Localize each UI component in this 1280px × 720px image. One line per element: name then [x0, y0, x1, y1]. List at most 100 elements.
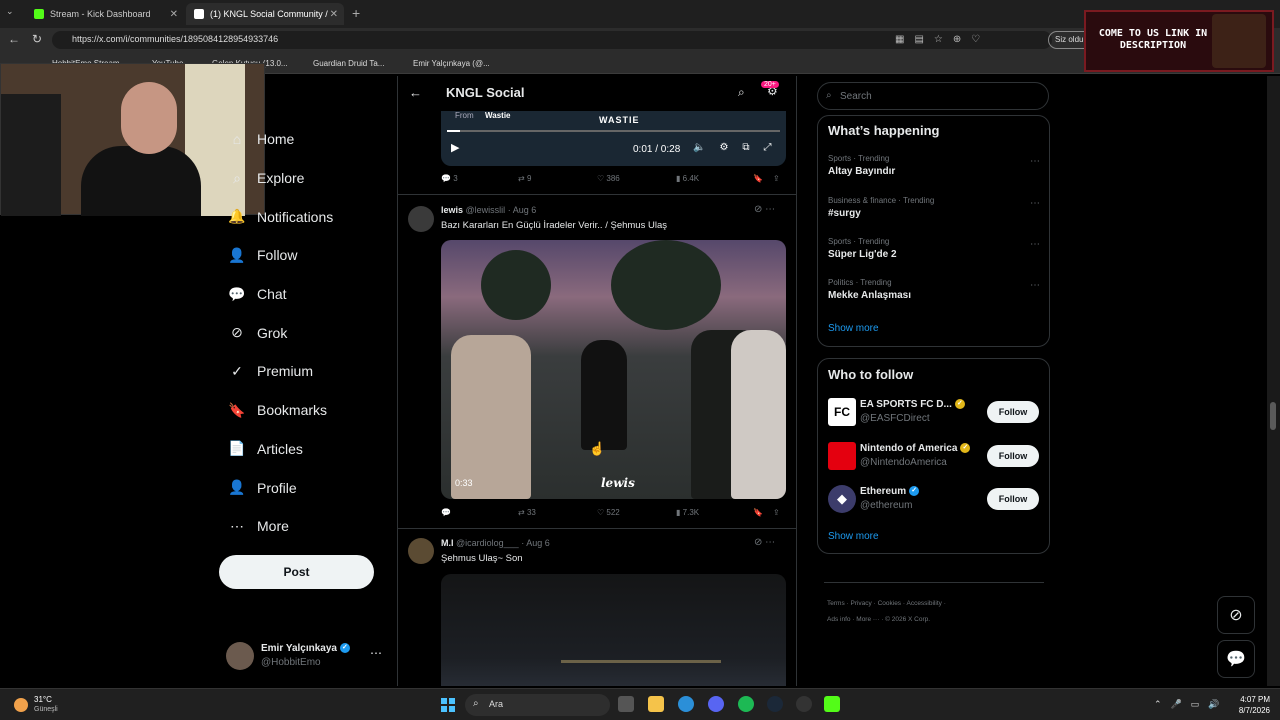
more-icon[interactable]: ⊘ ⋯ — [754, 537, 775, 548]
scrollbar[interactable] — [1267, 76, 1280, 686]
more-icon[interactable]: ⋯ — [370, 646, 382, 660]
trend-item[interactable]: Sports · Trending Altay Bayındır ⋯ — [828, 154, 1040, 177]
sidebar-item-explore[interactable]: ⌕ Explore — [218, 159, 388, 198]
repost-button[interactable]: ⇄ 9 — [518, 174, 531, 183]
author-handle[interactable]: @lewisslil — [466, 205, 506, 215]
back-arrow-icon[interactable]: ← — [8, 32, 20, 46]
close-tab-icon[interactable]: ✕ — [170, 9, 178, 20]
show-more-link[interactable]: Show more — [828, 323, 879, 334]
sidebar-item-bookmarks[interactable]: 🔖 Bookmarks — [218, 391, 388, 430]
discord-icon[interactable] — [708, 696, 724, 712]
sidebar-item-premium[interactable]: ✓ Premium — [218, 352, 388, 391]
follow-button[interactable]: Follow — [987, 488, 1039, 510]
system-tray-icons[interactable]: ⌃🎤▭🔊 — [1154, 699, 1228, 710]
tab-list-icon[interactable]: ⌄ — [6, 6, 20, 20]
close-tab-icon[interactable]: ✕ — [330, 9, 338, 20]
sidebar-item-home[interactable]: ⌂ Home — [218, 120, 388, 159]
share-icon[interactable]: ⇪ — [773, 508, 780, 517]
trend-item[interactable]: Business & finance · Trending #surgy ⋯ — [828, 196, 1040, 219]
follow-button[interactable]: Follow — [987, 401, 1039, 423]
follow-suggestion[interactable]: FC EA SPORTS FC D... ✓ @EASFCDirect Follo… — [828, 398, 1040, 428]
reply-button[interactable]: 💬 3 — [441, 174, 458, 183]
obs-icon[interactable] — [796, 696, 812, 712]
video-player[interactable] — [441, 574, 786, 686]
panel-title: What’s happening — [828, 123, 940, 138]
sidebar-item-follow[interactable]: 👤 Follow — [218, 236, 388, 275]
file-explorer-icon[interactable] — [648, 696, 664, 712]
taskbar-search[interactable]: ⌕ Ara — [465, 694, 610, 716]
account-switcher[interactable]: Emir Yalçınkaya ✓ @HobbitEmo ⋯ — [226, 640, 386, 672]
repost-button[interactable]: ⇄ 33 — [518, 508, 536, 517]
author-handle[interactable]: @icardiolog___ — [456, 538, 519, 548]
post-button[interactable]: Post — [219, 555, 374, 589]
scroll-thumb[interactable] — [1270, 402, 1276, 430]
tweet-date[interactable]: · Aug 6 — [508, 205, 537, 215]
browser-toolbar-icons[interactable]: ▦▤☆⊕♡ — [895, 34, 990, 45]
play-icon[interactable]: ▶ — [451, 141, 459, 154]
follow-button[interactable]: Follow — [987, 445, 1039, 467]
footer-link[interactable]: Terms — [827, 600, 845, 607]
like-button[interactable]: ♡ 522 — [597, 508, 620, 517]
search-icon[interactable]: ⌕ — [738, 85, 745, 100]
avatar[interactable] — [408, 206, 434, 232]
bookmark-item[interactable]: Guardian Druid Ta... — [313, 59, 384, 68]
clock[interactable]: 4:07 PM 8/7/2026 — [1228, 694, 1270, 716]
reply-button[interactable]: 💬 — [441, 508, 451, 517]
avatar[interactable] — [408, 538, 434, 564]
author-name[interactable]: M.I — [441, 538, 454, 548]
sidebar-item-grok[interactable]: ⊘ Grok — [218, 313, 388, 352]
video-player[interactable]: 0:33 lewis — [441, 240, 786, 499]
video-player[interactable]: From Wastie WASTIE ▶ 0:01 / 0:28 🔈⚙⧉⤢ — [441, 111, 786, 166]
chat-icon[interactable]: 💬 — [1217, 640, 1255, 678]
search-input[interactable]: ⌕ Search — [817, 82, 1049, 110]
sidebar-item-notifications[interactable]: 🔔 Notifications — [218, 197, 388, 236]
trend-item[interactable]: Politics · Trending Mekke Anlaşması ⋯ — [828, 278, 1040, 301]
weather-desc[interactable]: Güneşli — [34, 706, 58, 713]
steam-icon[interactable] — [767, 696, 783, 712]
kick-icon[interactable] — [824, 696, 840, 712]
sidebar-item-articles[interactable]: 📄 Articles — [218, 430, 388, 469]
back-arrow-icon[interactable]: ← — [409, 85, 422, 100]
trend-item[interactable]: Sports · Trending Süper Lig'de 2 ⋯ — [828, 237, 1040, 260]
sidebar-item-chat[interactable]: 💬 Chat — [218, 275, 388, 314]
views-button[interactable]: ▮ 6.4K — [676, 174, 699, 183]
footer-link[interactable]: Ads info — [827, 616, 851, 623]
footer-link[interactable]: More ··· — [856, 616, 879, 623]
footer-link[interactable]: Privacy — [850, 600, 871, 607]
task-view-icon[interactable] — [618, 696, 634, 712]
views-button[interactable]: ▮ 7.3K — [676, 508, 699, 517]
more-icon[interactable]: ⋯ — [1030, 156, 1040, 167]
footer-link[interactable]: Cookies — [878, 600, 901, 607]
follow-suggestion[interactable]: Nintendo of America ✓ @NintendoAmerica Fo… — [828, 442, 1040, 472]
follow-suggestion[interactable]: ◆ Ethereum ✓ @ethereum Follow — [828, 485, 1040, 515]
more-icon[interactable]: ⋯ — [1030, 280, 1040, 291]
more-icon[interactable]: ⊘ ⋯ — [754, 204, 775, 215]
sun-icon[interactable] — [14, 698, 28, 712]
bookmark-icon[interactable]: 🔖 — [753, 508, 763, 517]
more-icon[interactable]: ⋯ — [1030, 239, 1040, 250]
weather-temp[interactable]: 31°C — [34, 695, 52, 704]
bookmark-item[interactable]: Emir Yalçınkaya (@... — [413, 59, 490, 68]
search-icon: ⌕ — [233, 169, 241, 186]
tab-kick-dashboard[interactable]: Stream - Kick Dashboard ✕ — [26, 3, 184, 25]
sidebar-item-more[interactable]: ⋯ More — [218, 507, 388, 546]
more-icon[interactable]: ⋯ — [1030, 198, 1040, 209]
show-more-link[interactable]: Show more — [828, 531, 879, 542]
like-button[interactable]: ♡ 386 — [597, 174, 620, 183]
bookmark-icon[interactable]: 🔖 — [753, 174, 763, 183]
new-tab-button[interactable]: + — [352, 5, 360, 21]
edge-icon[interactable] — [678, 696, 694, 712]
windows-start-icon[interactable] — [441, 698, 455, 712]
footer-link[interactable]: Accessibility — [906, 600, 941, 607]
tweet-date[interactable]: · Aug 6 — [521, 538, 550, 548]
video-controls-icons[interactable]: 🔈⚙⧉⤢ — [693, 142, 786, 153]
sidebar-item-profile[interactable]: 👤 Profile — [218, 468, 388, 507]
from-user[interactable]: Wastie — [485, 111, 511, 120]
grok-icon[interactable]: ⊘ — [1217, 596, 1255, 634]
video-progress-bar[interactable] — [447, 130, 780, 132]
share-icon[interactable]: ⇪ — [773, 174, 780, 183]
tab-kngl-social[interactable]: (1) KNGL Social Community / ✕ — [186, 3, 344, 25]
reload-icon[interactable]: ↻ — [32, 32, 42, 46]
spotify-icon[interactable] — [738, 696, 754, 712]
author-name[interactable]: lewis — [441, 205, 463, 215]
